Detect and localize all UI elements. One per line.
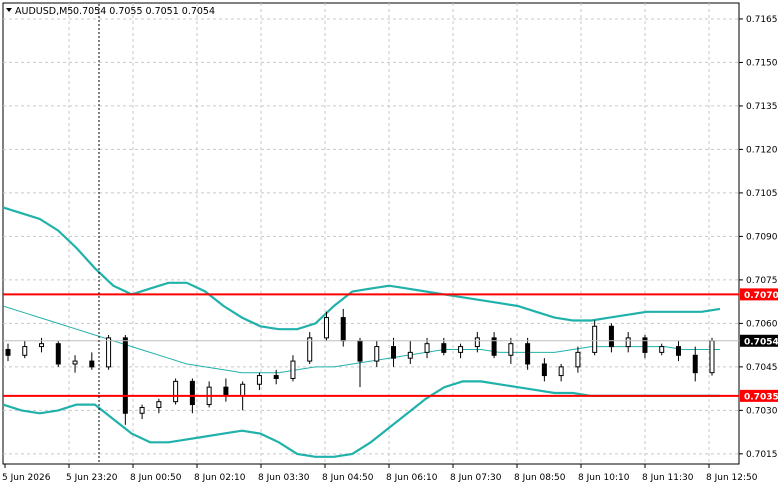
y-tick-label: 0.7060	[746, 319, 778, 329]
x-tick-label: 8 Jun 07:30	[450, 473, 502, 483]
y-tick-label: 0.7015	[746, 450, 778, 460]
candle-body	[106, 337, 112, 368]
price-chart[interactable]: 0.7070 0.7035 0.7054 0.7165 0.7150 0.7135 0.7…	[0, 0, 781, 489]
y-tick-label: 0.7075	[746, 276, 778, 286]
x-tick-label: 8 Jun 08:50	[514, 473, 566, 483]
candle-body	[575, 351, 581, 368]
candle-body	[5, 348, 11, 356]
candle-body	[189, 380, 195, 406]
level-price-label: 0.7070	[744, 291, 779, 301]
candle-body	[22, 346, 28, 356]
y-tick-label: 0.7150	[746, 58, 778, 68]
candle-body	[374, 346, 380, 362]
candle-body	[39, 343, 45, 348]
x-tick-label: 8 Jun 04:50	[322, 473, 374, 483]
candle-body	[608, 325, 614, 348]
candle-body	[357, 340, 363, 362]
candle-body	[558, 366, 564, 377]
candle	[106, 334, 112, 370]
x-tick-label: 8 Jun 11:30	[642, 473, 694, 483]
x-tick-label: 8 Jun 06:10	[386, 473, 438, 483]
time-axis: 5 Jun 2026 5 Jun 23:20 8 Jun 00:50 8 Jun 02…	[2, 464, 758, 483]
candle-body	[692, 354, 698, 374]
candle-body	[72, 360, 78, 365]
x-tick-label: 8 Jun 02:10	[194, 473, 246, 483]
candle-body	[675, 346, 681, 356]
y-tick-label: 0.7090	[746, 232, 778, 242]
candle	[55, 340, 61, 367]
candle-body	[424, 343, 430, 353]
candle-body	[441, 343, 447, 353]
x-tick-label: 8 Jun 00:50	[130, 473, 182, 483]
candle-body	[139, 406, 145, 414]
candle-body	[625, 337, 631, 348]
candle	[709, 337, 715, 376]
candle-body	[541, 363, 547, 377]
candle-body	[240, 383, 246, 397]
candle-body	[323, 317, 329, 339]
x-tick-label: 5 Jun 2026	[2, 473, 51, 483]
x-tick-label: 8 Jun 03:30	[258, 473, 310, 483]
x-tick-label: 8 Jun 12:50	[706, 473, 758, 483]
ohlc-label: 0.7054 0.7055 0.7051 0.7054	[73, 6, 215, 17]
current-price-label: 0.7054	[744, 337, 779, 347]
y-tick-label: 0.7165	[746, 15, 778, 25]
candle-body	[173, 380, 179, 403]
candle-body	[273, 375, 279, 379]
y-tick-label: 0.7045	[746, 363, 778, 373]
x-tick-label: 5 Jun 23:20	[66, 473, 118, 483]
candle-body	[256, 375, 262, 385]
candle-body	[659, 346, 665, 353]
candle-body	[223, 386, 229, 397]
candle-body	[290, 360, 296, 379]
candle-body	[508, 343, 514, 356]
chart-header: AUDUSD,M5 0.7054 0.7055 0.7051 0.7054	[6, 6, 215, 17]
candle-body	[307, 337, 313, 362]
candle-body	[391, 346, 397, 359]
candle-body	[340, 317, 346, 342]
candle-body	[474, 337, 480, 348]
candle-body	[156, 401, 162, 408]
y-tick-label: 0.7120	[746, 145, 778, 155]
y-tick-label: 0.7135	[746, 102, 778, 112]
candle-body	[407, 351, 413, 359]
candle	[122, 334, 128, 425]
candle-body	[89, 360, 95, 368]
symbol-label: AUDUSD,M5	[15, 6, 73, 17]
candle-body	[458, 346, 464, 353]
level-price-label: 0.7035	[744, 392, 779, 402]
candle-body	[122, 337, 128, 414]
candle-body	[55, 343, 61, 365]
y-tick-label: 0.7105	[746, 189, 778, 199]
x-tick-label: 8 Jun 10:10	[578, 473, 630, 483]
candle-body	[709, 340, 715, 374]
candle-body	[642, 337, 648, 353]
candle-body	[525, 343, 531, 365]
candle-body	[592, 325, 598, 353]
candle	[173, 378, 179, 405]
y-tick-label: 0.7030	[746, 406, 778, 416]
